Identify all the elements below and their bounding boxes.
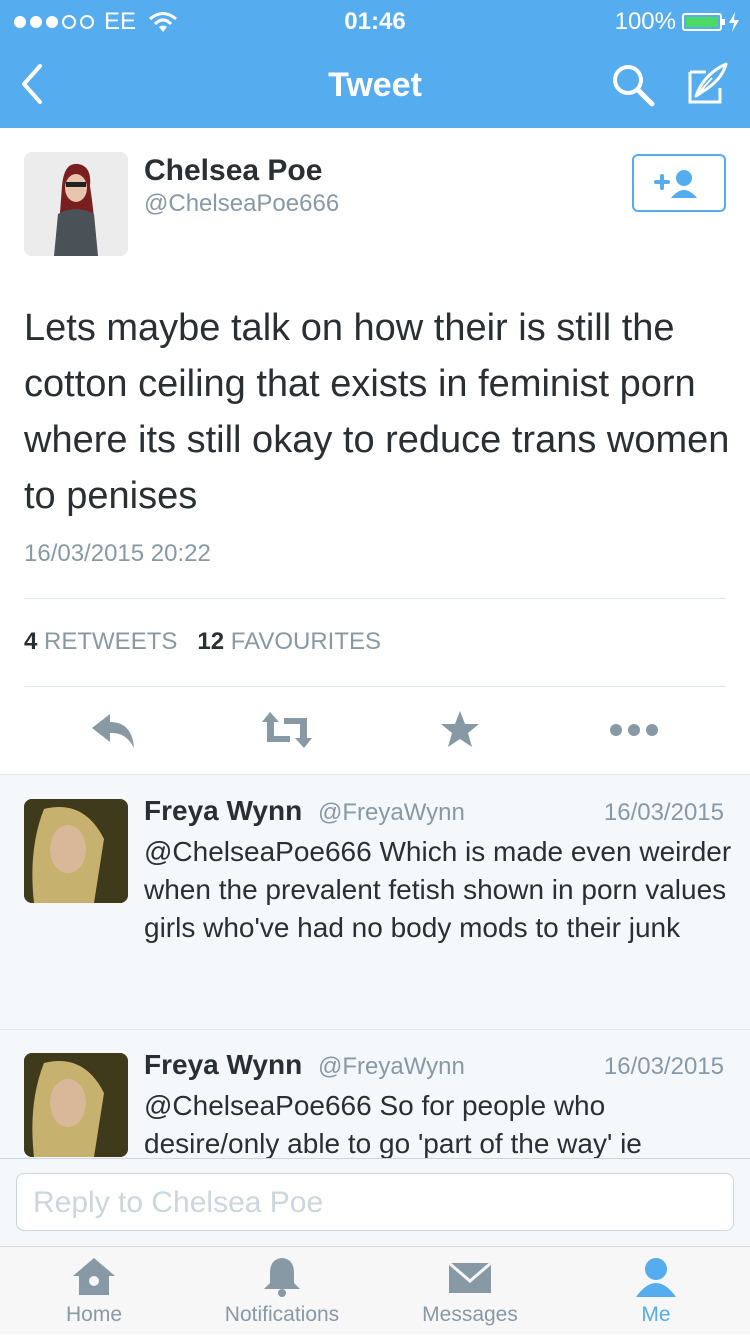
tab-bar: Home Notifications Messages Me	[0, 1246, 750, 1334]
compose-tweet-button[interactable]	[682, 60, 730, 108]
favourites-label[interactable]: FAVOURITES	[231, 628, 381, 655]
reply-button[interactable]	[90, 710, 136, 755]
status-bar: EE 01:46 100%	[0, 0, 750, 40]
reply-author-handle[interactable]: @FreyaWynn	[318, 799, 465, 827]
divider	[24, 686, 726, 687]
reply-avatar[interactable]	[24, 1053, 128, 1157]
divider	[0, 1029, 750, 1030]
tweet-author: Chelsea Poe @ChelseaPoe666	[24, 152, 726, 258]
reply-author-name[interactable]: Freya Wynn	[144, 1049, 302, 1081]
favourite-button[interactable]	[440, 710, 480, 755]
reply-author-handle[interactable]: @FreyaWynn	[318, 1053, 465, 1081]
tab-label: Home	[65, 1303, 123, 1326]
more-icon	[610, 724, 658, 736]
replies-list: Freya Wynn @FreyaWynn 16/03/2015 @Chelse…	[0, 774, 750, 1159]
battery-icon	[682, 13, 725, 31]
battery-percent: 100%	[614, 8, 676, 35]
reply-author-name[interactable]: Freya Wynn	[144, 795, 302, 827]
reply-placeholder: Reply to Chelsea Poe	[33, 1186, 324, 1219]
retweet-button[interactable]	[260, 710, 314, 755]
author-handle[interactable]: @ChelseaPoe666	[144, 190, 339, 218]
home-icon	[73, 1258, 115, 1295]
tab-messages[interactable]: Messages	[376, 1247, 564, 1335]
profile-photo	[24, 1053, 128, 1157]
person-icon	[636, 1258, 676, 1297]
favourites-count[interactable]: 12	[197, 628, 224, 655]
tweet-stats: 4 RETWEETS 12 FAVOURITES	[24, 628, 381, 656]
nav-bar: Tweet	[0, 40, 750, 128]
retweets-label[interactable]: RETWEETS	[44, 628, 177, 655]
reply-text: @ChelseaPoe666 Which is made even weirde…	[144, 836, 732, 943]
reply-compose-bar: Reply to Chelsea Poe	[0, 1158, 750, 1246]
tab-notifications[interactable]: Notifications	[188, 1247, 376, 1335]
follow-user-icon	[654, 170, 697, 198]
charging-icon	[729, 12, 739, 32]
retweets-count[interactable]: 4	[24, 628, 37, 655]
author-avatar[interactable]	[24, 152, 128, 256]
battery-status: 100%	[615, 8, 740, 36]
reply-icon	[92, 714, 134, 748]
tab-label: Messages	[422, 1303, 518, 1326]
reply-date: 16/03/2015	[603, 1053, 724, 1080]
tab-label: Me	[641, 1303, 671, 1326]
reply-input[interactable]: Reply to Chelsea Poe	[16, 1173, 734, 1231]
envelope-icon	[448, 1261, 492, 1293]
reply-date: 16/03/2015	[603, 799, 724, 826]
author-name[interactable]: Chelsea Poe	[144, 154, 322, 188]
reply-text: @ChelseaPoe666 So for people who desire/…	[144, 1090, 642, 1159]
follow-button[interactable]	[632, 154, 726, 212]
retweet-icon	[262, 712, 312, 748]
tweet-text: Lets maybe talk on how their is still th…	[24, 307, 730, 517]
star-icon	[441, 711, 479, 747]
reply-avatar[interactable]	[24, 799, 128, 903]
divider	[24, 598, 726, 599]
search-button[interactable]	[610, 62, 656, 108]
profile-photo	[24, 799, 128, 903]
profile-photo	[24, 152, 128, 256]
search-icon	[613, 65, 655, 107]
bell-icon	[264, 1258, 300, 1297]
tab-me[interactable]: Me	[562, 1247, 750, 1335]
more-button[interactable]	[608, 710, 660, 755]
header-bar: EE 01:46 100% Tweet	[0, 0, 750, 128]
tab-label: Notifications	[224, 1303, 340, 1326]
tweet-timestamp: 16/03/2015 20:22	[24, 540, 211, 567]
compose-icon	[688, 62, 728, 104]
tab-home[interactable]: Home	[0, 1247, 188, 1335]
